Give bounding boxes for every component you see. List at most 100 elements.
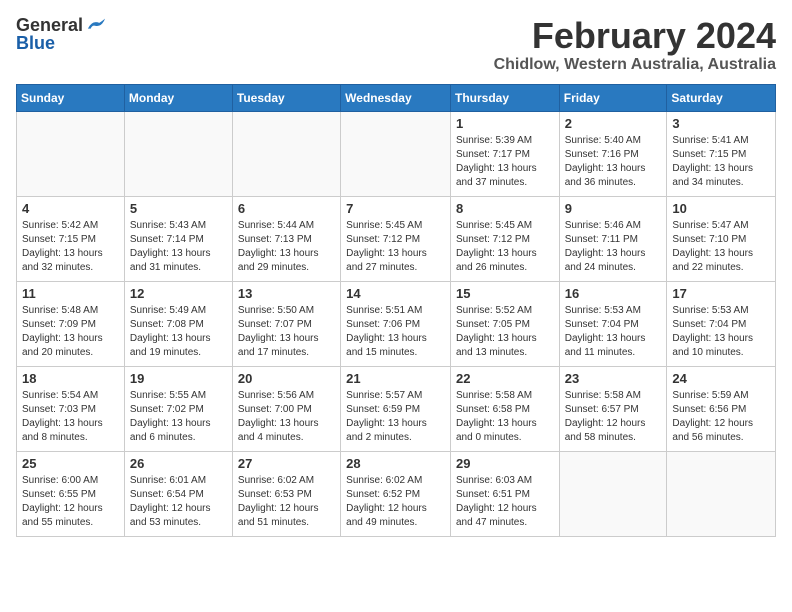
calendar-cell bbox=[124, 111, 232, 196]
day-number: 22 bbox=[456, 371, 554, 386]
calendar-cell: 7 Sunrise: 5:45 AM Sunset: 7:12 PM Daylig… bbox=[341, 196, 451, 281]
day-info: Sunrise: 5:57 AM Sunset: 6:59 PM Dayligh… bbox=[346, 389, 445, 445]
day-number: 12 bbox=[130, 286, 227, 301]
day-info: Sunrise: 5:56 AM Sunset: 7:00 PM Dayligh… bbox=[238, 389, 335, 445]
day-number: 27 bbox=[238, 456, 335, 471]
calendar-cell: 21 Sunrise: 5:57 AM Sunset: 6:59 PM Dayli… bbox=[341, 366, 451, 451]
day-number: 7 bbox=[346, 201, 445, 216]
calendar-cell: 26 Sunrise: 6:01 AM Sunset: 6:54 PM Dayli… bbox=[124, 451, 232, 536]
day-info: Sunrise: 6:00 AM Sunset: 6:55 PM Dayligh… bbox=[22, 474, 119, 530]
day-number: 18 bbox=[22, 371, 119, 386]
calendar-cell: 20 Sunrise: 5:56 AM Sunset: 7:00 PM Dayli… bbox=[232, 366, 340, 451]
calendar-cell: 1 Sunrise: 5:39 AM Sunset: 7:17 PM Daylig… bbox=[450, 111, 559, 196]
logo: General Blue bbox=[16, 16, 105, 52]
day-info: Sunrise: 5:54 AM Sunset: 7:03 PM Dayligh… bbox=[22, 389, 119, 445]
day-number: 17 bbox=[672, 286, 770, 301]
day-number: 14 bbox=[346, 286, 445, 301]
day-info: Sunrise: 5:39 AM Sunset: 7:17 PM Dayligh… bbox=[456, 134, 554, 190]
day-number: 16 bbox=[565, 286, 662, 301]
calendar-cell: 12 Sunrise: 5:49 AM Sunset: 7:08 PM Dayli… bbox=[124, 281, 232, 366]
calendar-cell: 2 Sunrise: 5:40 AM Sunset: 7:16 PM Daylig… bbox=[559, 111, 667, 196]
title-section: February 2024 Chidlow, Western Australia… bbox=[494, 16, 776, 74]
calendar-cell bbox=[341, 111, 451, 196]
calendar-cell bbox=[232, 111, 340, 196]
day-number: 6 bbox=[238, 201, 335, 216]
calendar-cell bbox=[17, 111, 125, 196]
calendar-cell: 17 Sunrise: 5:53 AM Sunset: 7:04 PM Dayli… bbox=[667, 281, 776, 366]
calendar-cell: 5 Sunrise: 5:43 AM Sunset: 7:14 PM Daylig… bbox=[124, 196, 232, 281]
day-info: Sunrise: 5:50 AM Sunset: 7:07 PM Dayligh… bbox=[238, 304, 335, 360]
day-info: Sunrise: 5:42 AM Sunset: 7:15 PM Dayligh… bbox=[22, 219, 119, 275]
calendar-cell: 3 Sunrise: 5:41 AM Sunset: 7:15 PM Daylig… bbox=[667, 111, 776, 196]
calendar-cell: 8 Sunrise: 5:45 AM Sunset: 7:12 PM Daylig… bbox=[450, 196, 559, 281]
month-title: February 2024 bbox=[494, 16, 776, 56]
week-row-4: 18 Sunrise: 5:54 AM Sunset: 7:03 PM Dayli… bbox=[17, 366, 776, 451]
day-info: Sunrise: 6:02 AM Sunset: 6:53 PM Dayligh… bbox=[238, 474, 335, 530]
col-header-thursday: Thursday bbox=[450, 84, 559, 111]
day-number: 9 bbox=[565, 201, 662, 216]
logo-general-text: General bbox=[16, 16, 83, 34]
col-header-sunday: Sunday bbox=[17, 84, 125, 111]
calendar-cell: 25 Sunrise: 6:00 AM Sunset: 6:55 PM Dayli… bbox=[17, 451, 125, 536]
day-info: Sunrise: 5:45 AM Sunset: 7:12 PM Dayligh… bbox=[456, 219, 554, 275]
col-header-tuesday: Tuesday bbox=[232, 84, 340, 111]
day-info: Sunrise: 5:44 AM Sunset: 7:13 PM Dayligh… bbox=[238, 219, 335, 275]
day-info: Sunrise: 5:49 AM Sunset: 7:08 PM Dayligh… bbox=[130, 304, 227, 360]
day-number: 3 bbox=[672, 116, 770, 131]
calendar-cell: 28Sunrise: 6:02 AM Sunset: 6:52 PM Dayli… bbox=[341, 451, 451, 536]
day-info: Sunrise: 5:51 AM Sunset: 7:06 PM Dayligh… bbox=[346, 304, 445, 360]
week-row-5: 25 Sunrise: 6:00 AM Sunset: 6:55 PM Dayli… bbox=[17, 451, 776, 536]
col-header-wednesday: Wednesday bbox=[341, 84, 451, 111]
day-info: Sunrise: 5:55 AM Sunset: 7:02 PM Dayligh… bbox=[130, 389, 227, 445]
day-number: 23 bbox=[565, 371, 662, 386]
col-header-friday: Friday bbox=[559, 84, 667, 111]
calendar-cell: 10Sunrise: 5:47 AM Sunset: 7:10 PM Dayli… bbox=[667, 196, 776, 281]
calendar-cell: 13 Sunrise: 5:50 AM Sunset: 7:07 PM Dayli… bbox=[232, 281, 340, 366]
day-number: 13 bbox=[238, 286, 335, 301]
col-header-monday: Monday bbox=[124, 84, 232, 111]
day-info: Sunrise: 5:59 AM Sunset: 6:56 PM Dayligh… bbox=[672, 389, 770, 445]
calendar-cell: 16 Sunrise: 5:53 AM Sunset: 7:04 PM Dayli… bbox=[559, 281, 667, 366]
calendar-cell: 14 Sunrise: 5:51 AM Sunset: 7:06 PM Dayli… bbox=[341, 281, 451, 366]
day-info: Sunrise: 5:58 AM Sunset: 6:58 PM Dayligh… bbox=[456, 389, 554, 445]
day-info: Sunrise: 5:53 AM Sunset: 7:04 PM Dayligh… bbox=[565, 304, 662, 360]
day-number: 8 bbox=[456, 201, 554, 216]
day-number: 1 bbox=[456, 116, 554, 131]
calendar-cell: 18 Sunrise: 5:54 AM Sunset: 7:03 PM Dayli… bbox=[17, 366, 125, 451]
page-header: General Blue February 2024 Chidlow, West… bbox=[16, 16, 776, 74]
day-info: Sunrise: 5:53 AM Sunset: 7:04 PM Dayligh… bbox=[672, 304, 770, 360]
day-info: Sunrise: 6:01 AM Sunset: 6:54 PM Dayligh… bbox=[130, 474, 227, 530]
day-info: Sunrise: 5:40 AM Sunset: 7:16 PM Dayligh… bbox=[565, 134, 662, 190]
calendar-cell: 15 Sunrise: 5:52 AM Sunset: 7:05 PM Dayli… bbox=[450, 281, 559, 366]
col-header-saturday: Saturday bbox=[667, 84, 776, 111]
day-number: 4 bbox=[22, 201, 119, 216]
location-title: Chidlow, Western Australia, Australia bbox=[494, 56, 776, 74]
day-info: Sunrise: 5:43 AM Sunset: 7:14 PM Dayligh… bbox=[130, 219, 227, 275]
day-info: Sunrise: 5:52 AM Sunset: 7:05 PM Dayligh… bbox=[456, 304, 554, 360]
day-number: 21 bbox=[346, 371, 445, 386]
day-info: Sunrise: 5:41 AM Sunset: 7:15 PM Dayligh… bbox=[672, 134, 770, 190]
logo-blue-text: Blue bbox=[16, 34, 55, 52]
calendar-cell: 11Sunrise: 5:48 AM Sunset: 7:09 PM Dayli… bbox=[17, 281, 125, 366]
day-info: Sunrise: 6:02 AM Sunset: 6:52 PM Dayligh… bbox=[346, 474, 445, 530]
day-info: Sunrise: 5:48 AM Sunset: 7:09 PM Dayligh… bbox=[22, 304, 119, 360]
day-number: 29 bbox=[456, 456, 554, 471]
calendar-cell bbox=[559, 451, 667, 536]
day-number: 2 bbox=[565, 116, 662, 131]
calendar-cell: 6 Sunrise: 5:44 AM Sunset: 7:13 PM Daylig… bbox=[232, 196, 340, 281]
day-number: 25 bbox=[22, 456, 119, 471]
day-info: Sunrise: 5:47 AM Sunset: 7:10 PM Dayligh… bbox=[672, 219, 770, 275]
calendar-cell bbox=[667, 451, 776, 536]
day-info: Sunrise: 5:45 AM Sunset: 7:12 PM Dayligh… bbox=[346, 219, 445, 275]
day-info: Sunrise: 5:58 AM Sunset: 6:57 PM Dayligh… bbox=[565, 389, 662, 445]
day-number: 15 bbox=[456, 286, 554, 301]
day-info: Sunrise: 6:03 AM Sunset: 6:51 PM Dayligh… bbox=[456, 474, 554, 530]
day-number: 5 bbox=[130, 201, 227, 216]
day-number: 26 bbox=[130, 456, 227, 471]
calendar-cell: 27 Sunrise: 6:02 AM Sunset: 6:53 PM Dayli… bbox=[232, 451, 340, 536]
day-number: 20 bbox=[238, 371, 335, 386]
calendar-table: SundayMondayTuesdayWednesdayThursdayFrid… bbox=[16, 84, 776, 537]
calendar-cell: 9Sunrise: 5:46 AM Sunset: 7:11 PM Daylig… bbox=[559, 196, 667, 281]
week-row-2: 4 Sunrise: 5:42 AM Sunset: 7:15 PM Daylig… bbox=[17, 196, 776, 281]
day-number: 24 bbox=[672, 371, 770, 386]
